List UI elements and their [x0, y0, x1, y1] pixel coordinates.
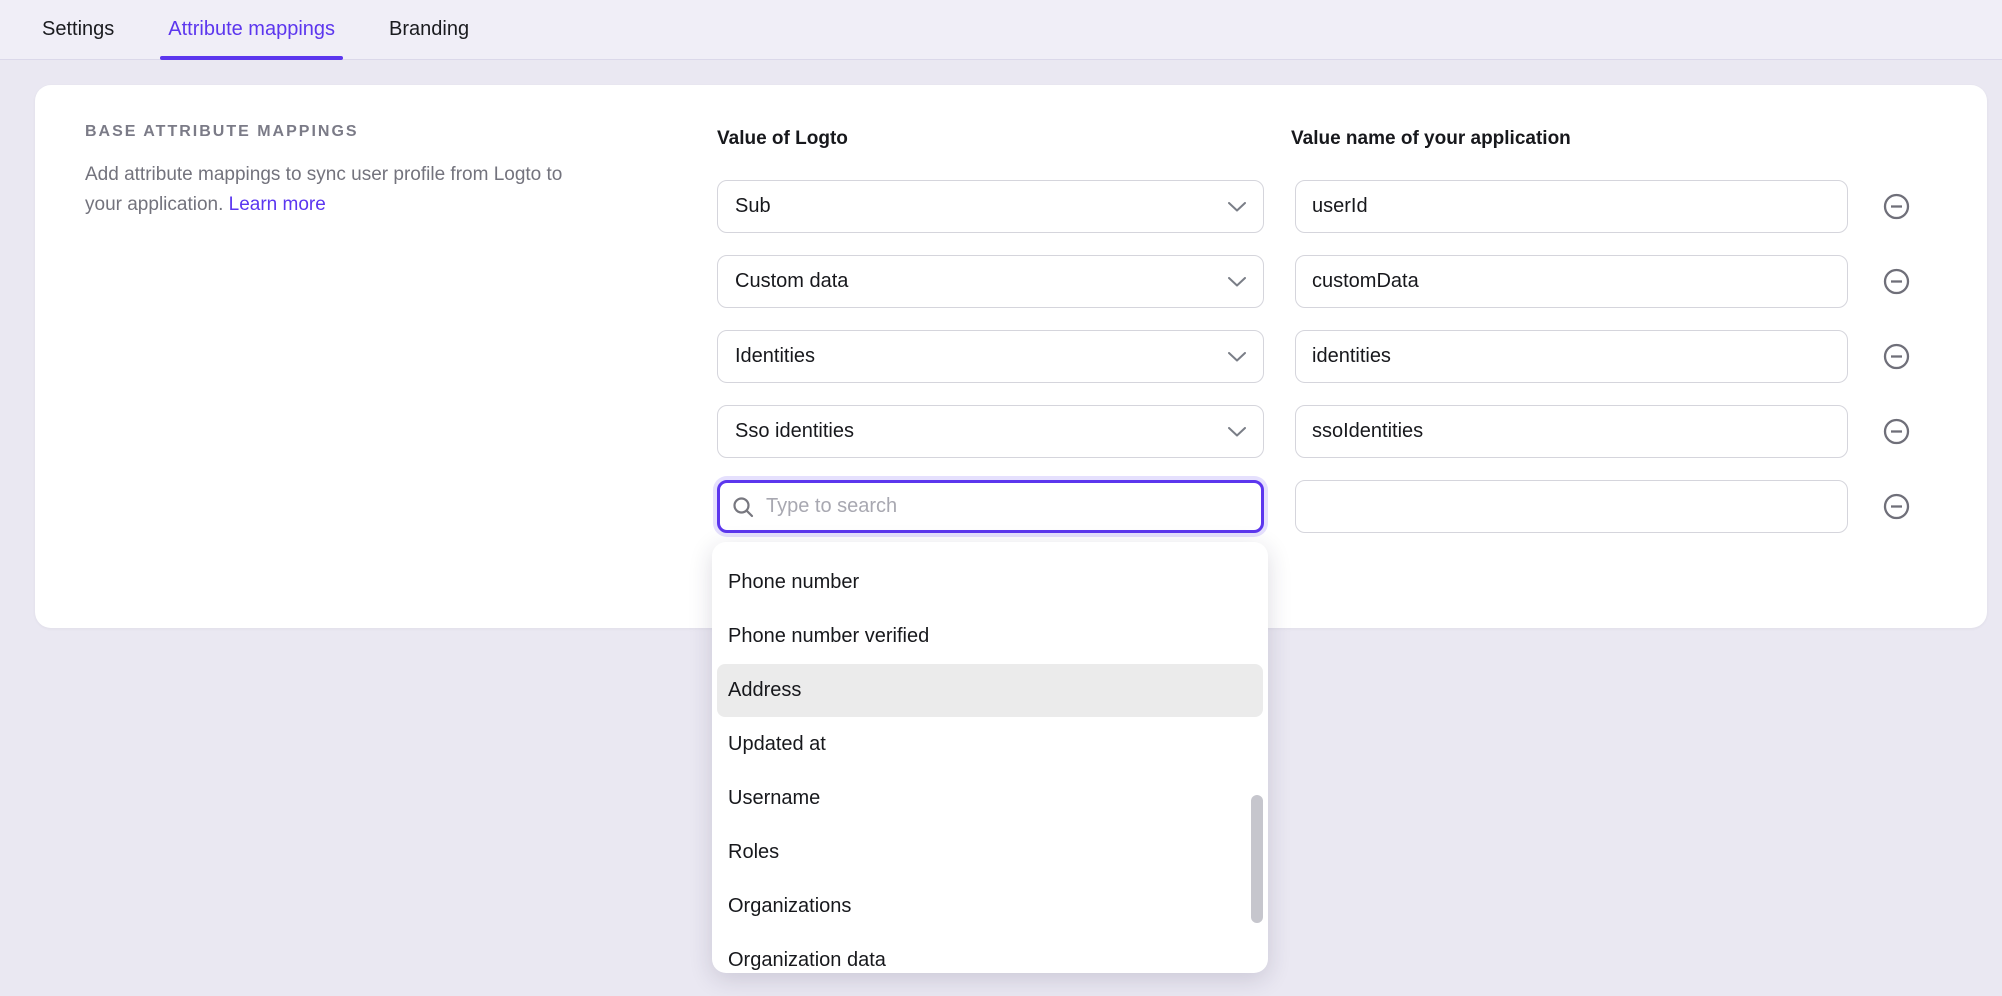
remove-mapping-button[interactable] [1883, 493, 1910, 520]
dropdown-option-username[interactable]: Username [717, 772, 1263, 825]
tab-branding[interactable]: Branding [381, 0, 477, 59]
app-value-input[interactable] [1295, 405, 1848, 458]
tab-bar: Settings Attribute mappings Branding [0, 0, 2002, 60]
mapping-row: Sub [35, 180, 1987, 233]
search-icon [732, 496, 754, 518]
app-value-input[interactable] [1295, 480, 1848, 533]
chevron-down-icon [1228, 352, 1246, 362]
mapping-row: Identities [35, 330, 1987, 383]
tab-attribute-mappings[interactable]: Attribute mappings [160, 0, 343, 59]
minus-circle-icon [1883, 343, 1910, 370]
logto-value-label: Sub [735, 195, 771, 218]
logto-value-select[interactable]: Identities [717, 330, 1264, 383]
remove-mapping-button[interactable] [1883, 418, 1910, 445]
dropdown-option-organizations[interactable]: Organizations [717, 880, 1263, 933]
dropdown-option-phone-number[interactable]: Phone number [717, 556, 1263, 609]
logto-value-select[interactable]: Custom data [717, 255, 1264, 308]
app-value-input[interactable] [1295, 255, 1848, 308]
tab-settings[interactable]: Settings [34, 0, 122, 59]
logto-value-label: Custom data [735, 270, 848, 293]
app-value-input[interactable] [1295, 180, 1848, 233]
mapping-row: Custom data [35, 255, 1987, 308]
attribute-search-input[interactable] [766, 495, 1249, 518]
dropdown-option-roles[interactable]: Roles [717, 826, 1263, 879]
logto-value-select[interactable]: Sso identities [717, 405, 1264, 458]
logto-value-label: Identities [735, 345, 815, 368]
dropdown-option-updated-at[interactable]: Updated at [717, 718, 1263, 771]
column-header-logto: Value of Logto [717, 128, 848, 150]
dropdown-scrollbar-thumb[interactable] [1251, 795, 1263, 923]
dropdown-option-phone-number-verified[interactable]: Phone number verified [717, 610, 1263, 663]
mapping-row: Sso identities [35, 405, 1987, 458]
minus-circle-icon [1883, 418, 1910, 445]
minus-circle-icon [1883, 493, 1910, 520]
attribute-search-box[interactable] [717, 480, 1264, 533]
minus-circle-icon [1883, 193, 1910, 220]
dropdown-option-address[interactable]: Address [717, 664, 1263, 717]
chevron-down-icon [1228, 427, 1246, 437]
logto-value-label: Sso identities [735, 420, 854, 443]
column-header-application: Value name of your application [1291, 128, 1571, 150]
chevron-down-icon [1228, 202, 1246, 212]
remove-mapping-button[interactable] [1883, 268, 1910, 295]
mapping-row-new [35, 480, 1987, 533]
attribute-dropdown-menu: Phone number Phone number verified Addre… [712, 542, 1268, 973]
dropdown-option-organization-data[interactable]: Organization data [717, 934, 1263, 973]
minus-circle-icon [1883, 268, 1910, 295]
section-heading: BASE ATTRIBUTE MAPPINGS [85, 123, 359, 141]
remove-mapping-button[interactable] [1883, 343, 1910, 370]
remove-mapping-button[interactable] [1883, 193, 1910, 220]
chevron-down-icon [1228, 277, 1246, 287]
logto-value-select[interactable]: Sub [717, 180, 1264, 233]
app-value-input[interactable] [1295, 330, 1848, 383]
